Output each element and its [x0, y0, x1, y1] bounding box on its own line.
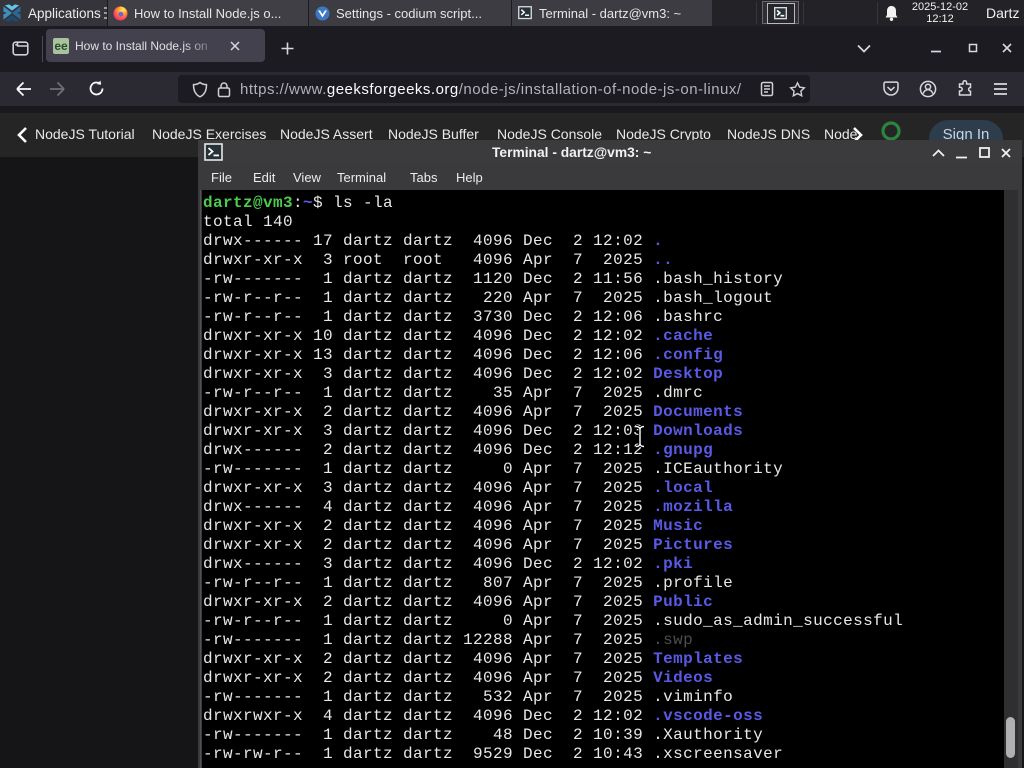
svg-text:ee: ee [54, 39, 68, 53]
